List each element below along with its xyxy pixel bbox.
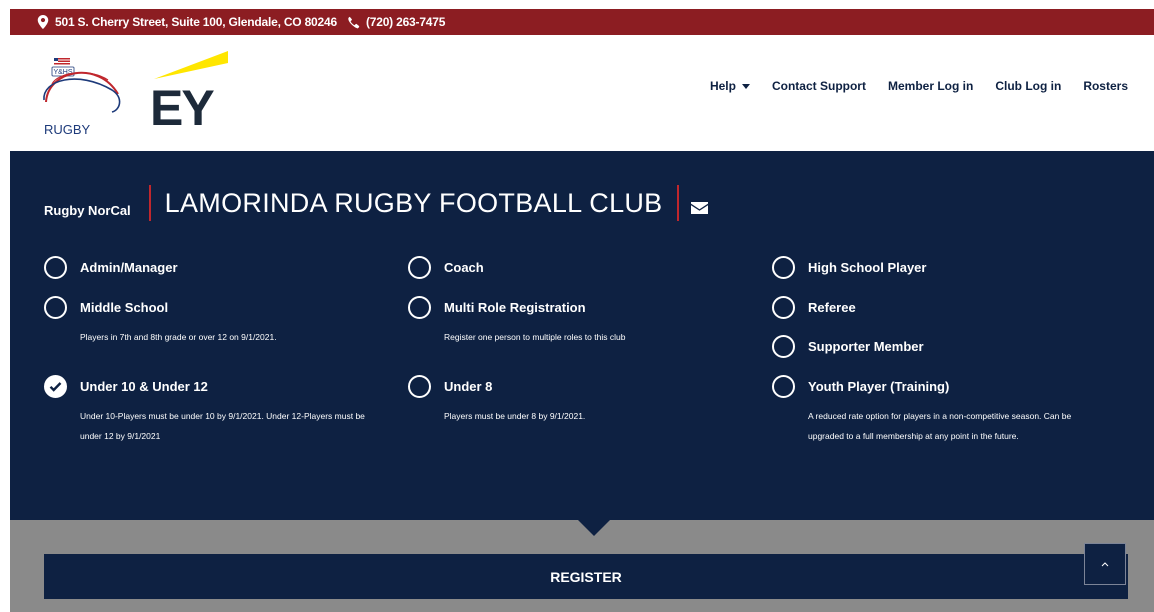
yhs-rugby-logo[interactable]: Y&HS RUGBY	[38, 50, 134, 140]
envelope-icon[interactable]	[690, 202, 708, 214]
radio-circle[interactable]	[44, 296, 67, 319]
register-area: REGISTER	[10, 520, 1154, 612]
option-label: Under 10 & Under 12	[80, 379, 208, 394]
map-pin-icon	[37, 15, 49, 29]
option-under-8[interactable]: Under 8 Players must be under 8 by 9/1/2…	[408, 375, 744, 426]
option-multi-role-registration[interactable]: Multi Role Registration Register one per…	[408, 296, 744, 347]
main-nav: Help Contact Support Member Log in Club …	[688, 79, 1128, 93]
option-label: Middle School	[80, 300, 169, 315]
option-description: A reduced rate option for players in a n…	[808, 411, 1072, 441]
address-bar: 501 S. Cherry Street, Suite 100, Glendal…	[10, 9, 1154, 35]
option-description: Players must be under 8 by 9/1/2021.	[444, 411, 586, 421]
option-description: Register one person to multiple roles to…	[444, 332, 626, 342]
nav-member-login[interactable]: Member Log in	[888, 79, 973, 93]
option-middle-school[interactable]: Middle School Players in 7th and 8th gra…	[44, 296, 380, 347]
option-label: Coach	[444, 260, 484, 275]
phone-icon	[348, 16, 360, 28]
option-label: High School Player	[808, 260, 927, 275]
phone-number[interactable]: (720) 263-7475	[366, 15, 445, 29]
option-label: Under 8	[444, 379, 493, 394]
nav-help[interactable]: Help	[710, 79, 750, 93]
option-label: Admin/Manager	[80, 260, 178, 275]
nav-rosters[interactable]: Rosters	[1083, 79, 1128, 93]
site-header: Y&HS RUGBY EY Help Contact Support Membe…	[10, 35, 1154, 151]
nav-help-label: Help	[709, 79, 736, 93]
radio-circle[interactable]	[408, 375, 431, 398]
divider	[676, 185, 679, 221]
option-description: Under 10-Players must be under 10 by 9/1…	[80, 411, 365, 441]
option-high-school-player[interactable]: High School Player	[772, 256, 926, 279]
checkmark-icon	[49, 382, 62, 392]
option-referee[interactable]: Referee	[772, 296, 856, 319]
address-text: 501 S. Cherry Street, Suite 100, Glendal…	[55, 15, 337, 29]
radio-circle[interactable]	[408, 256, 431, 279]
club-name: LAMORINDA RUGBY FOOTBALL CLUB	[164, 187, 663, 218]
radio-circle[interactable]	[772, 256, 795, 279]
option-label: Multi Role Registration	[444, 300, 586, 315]
option-under-10-under-12[interactable]: Under 10 & Under 12 Under 10-Players mus…	[44, 375, 370, 446]
option-label: Supporter Member	[808, 339, 924, 354]
radio-circle[interactable]	[772, 296, 795, 319]
chevron-up-icon	[1101, 562, 1109, 567]
logo-rugby-text: RUGBY	[44, 122, 91, 137]
option-label: Referee	[808, 300, 856, 315]
back-to-top-button[interactable]	[1084, 543, 1126, 585]
option-supporter-member[interactable]: Supporter Member	[772, 335, 924, 358]
org-name: Rugby NorCal	[44, 202, 131, 218]
option-admin-manager[interactable]: Admin/Manager	[44, 256, 178, 279]
divider	[148, 185, 151, 221]
option-youth-player-training[interactable]: Youth Player (Training) A reduced rate o…	[772, 375, 1108, 446]
radio-circle[interactable]	[772, 335, 795, 358]
radio-circle[interactable]	[408, 296, 431, 319]
club-heading: Rugby NorCal LAMORINDA RUGBY FOOTBALL CL…	[44, 183, 708, 223]
nav-contact-support[interactable]: Contact Support	[772, 79, 866, 93]
radio-circle[interactable]	[772, 375, 795, 398]
registration-panel: Rugby NorCal LAMORINDA RUGBY FOOTBALL CL…	[10, 151, 1154, 520]
register-button[interactable]: REGISTER	[44, 554, 1128, 599]
option-description: Players in 7th and 8th grade or over 12 …	[80, 332, 277, 342]
logo-ey-text: EY	[150, 80, 214, 131]
option-label: Youth Player (Training)	[808, 379, 950, 394]
option-coach[interactable]: Coach	[408, 256, 484, 279]
ey-logo[interactable]: EY	[150, 47, 246, 131]
radio-circle[interactable]	[44, 256, 67, 279]
caret-down-icon	[741, 83, 750, 89]
radio-circle-checked[interactable]	[44, 375, 67, 398]
panel-notch	[578, 520, 610, 536]
nav-club-login[interactable]: Club Log in	[995, 79, 1061, 93]
